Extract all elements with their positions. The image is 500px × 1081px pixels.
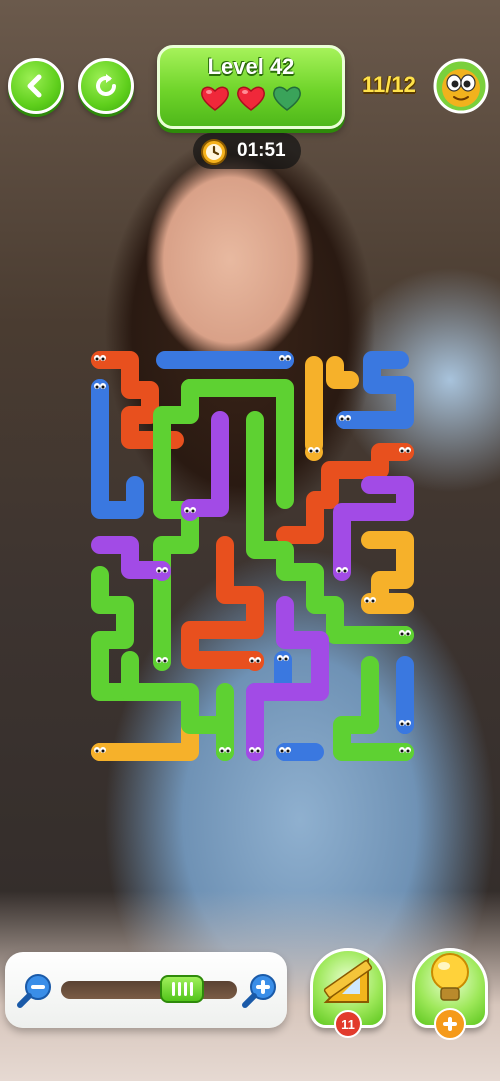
plus-icon[interactable] xyxy=(434,1008,466,1040)
back-arrow-icon xyxy=(27,74,42,98)
worm-blue[interactable] xyxy=(336,351,414,429)
level-title: Level 42 xyxy=(207,54,295,79)
heart-icon xyxy=(201,86,229,111)
worm-counter: 11/12 xyxy=(362,72,416,97)
worm-red[interactable] xyxy=(181,536,264,669)
ruler-count-badge: 11 xyxy=(334,1010,362,1038)
hint-button[interactable] xyxy=(410,944,490,1040)
lightbulb-icon xyxy=(431,953,469,1001)
lives xyxy=(160,84,342,112)
heart-empty-icon xyxy=(273,86,301,111)
zoom-slider-handle[interactable] xyxy=(160,975,204,1003)
worm-face-icon xyxy=(433,58,489,114)
worm-purple[interactable] xyxy=(91,536,171,579)
zoom-in-icon[interactable] xyxy=(241,972,279,1010)
restart-button[interactable] xyxy=(78,58,134,114)
clock-icon xyxy=(201,139,227,165)
back-button[interactable] xyxy=(8,58,64,114)
worm-board[interactable] xyxy=(80,340,425,780)
zoom-slider[interactable] xyxy=(61,975,237,1003)
ruler-booster-button[interactable]: 11 xyxy=(308,944,388,1038)
restart-icon xyxy=(96,74,116,96)
heart-icon xyxy=(237,86,265,111)
worm-purple[interactable] xyxy=(333,476,414,579)
worm-green[interactable] xyxy=(153,379,199,669)
timer-value: 01:51 xyxy=(237,140,286,161)
worm-green[interactable] xyxy=(333,656,414,761)
worm-orange[interactable] xyxy=(305,356,359,454)
level-panel: Level 42 xyxy=(157,45,345,129)
zoom-panel xyxy=(5,952,287,1028)
ruler-triangle-icon xyxy=(323,957,373,1003)
worm-orange[interactable] xyxy=(91,716,199,761)
zoom-out-icon[interactable] xyxy=(16,972,54,1010)
worm-green[interactable] xyxy=(181,379,294,509)
worm-purple[interactable] xyxy=(181,411,229,517)
timer: 01:51 xyxy=(193,133,301,169)
